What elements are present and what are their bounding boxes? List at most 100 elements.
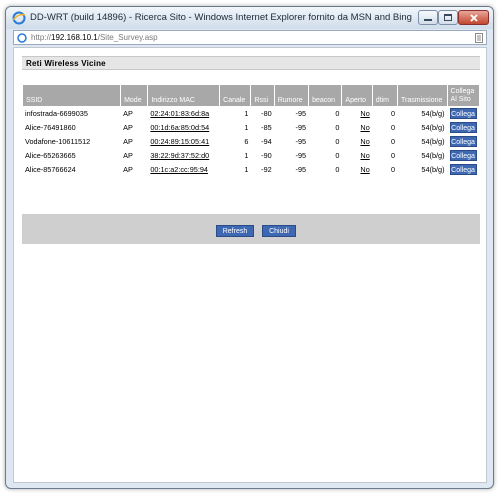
mac-link[interactable]: 00:24:89:15:05:41: [148, 135, 219, 148]
ie-logo-icon: [12, 11, 26, 25]
table-row: Alice-65263665 AP 38:22:9d:37:52:d0 1 -9…: [23, 149, 479, 162]
title-bar[interactable]: DD-WRT (build 14896) - Ricerca Sito - Wi…: [6, 7, 493, 29]
mode-cell: AP: [123, 151, 133, 160]
window-title: DD-WRT (build 14896) - Ricerca Sito - Wi…: [30, 12, 412, 23]
mac-link[interactable]: 02:24:01:83:6d:8a: [148, 107, 219, 120]
join-cell: Collega: [448, 121, 479, 134]
rssi-cell: -80: [261, 109, 272, 118]
url-prefix: http://: [31, 33, 52, 42]
rssi-cell: -90: [261, 151, 272, 160]
close-icon: [469, 13, 478, 22]
noise-cell: -95: [295, 165, 307, 174]
close-button[interactable]: Chiudi: [262, 225, 296, 237]
rate-cell: 54(b/g): [421, 109, 445, 118]
maximize-button[interactable]: [438, 10, 458, 25]
col-open: Aperto: [342, 85, 372, 106]
join-button[interactable]: Collega: [449, 108, 477, 119]
url-text: http://192.168.10.1/Site_Survey.asp: [31, 33, 158, 42]
channel-cell: 1: [244, 123, 249, 132]
col-noise: Rumore: [274, 85, 309, 106]
dtim-cell: 0: [390, 151, 396, 160]
col-ssid: SSID: [23, 85, 121, 106]
ssid-cell: Alice-65263665: [25, 151, 76, 160]
refresh-button[interactable]: Refresh: [216, 225, 254, 237]
join-button[interactable]: Collega: [449, 164, 477, 175]
col-mode: Mode: [121, 85, 148, 106]
channel-cell: 1: [244, 109, 249, 118]
col-join: Collega Al Sito: [447, 85, 479, 106]
beacon-cell: 0: [335, 151, 340, 160]
rate-cell: 54(b/g): [421, 123, 445, 132]
open-link[interactable]: No: [342, 149, 371, 162]
ssid-cell: Vodafone-10611512: [25, 137, 91, 146]
rssi-cell: -92: [261, 165, 272, 174]
beacon-cell: 0: [335, 109, 340, 118]
rssi-cell: -94: [261, 137, 272, 146]
join-button[interactable]: Collega: [449, 150, 477, 161]
join-cell: Collega: [448, 163, 479, 176]
join-cell: Collega: [448, 149, 479, 162]
open-link[interactable]: No: [342, 107, 371, 120]
browser-window: DD-WRT (build 14896) - Ricerca Sito - Wi…: [5, 6, 494, 489]
dtim-cell: 0: [390, 109, 396, 118]
page-favicon-icon: [17, 33, 27, 43]
channel-cell: 1: [244, 165, 249, 174]
beacon-cell: 0: [335, 123, 340, 132]
url-path: /Site_Survey.asp: [97, 33, 158, 42]
noise-cell: -95: [295, 123, 307, 132]
mode-cell: AP: [123, 109, 133, 118]
table-row: Alice-85766624 AP 00:1c:a2:cc:95:94 1 -9…: [23, 163, 479, 176]
minimize-button[interactable]: [418, 10, 438, 25]
url-host: 192.168.10.1: [51, 33, 98, 42]
col-dtim: dtim: [372, 85, 398, 106]
col-rssi: Rssi: [251, 85, 274, 106]
dtim-cell: 0: [390, 165, 396, 174]
minimize-icon: [424, 18, 432, 21]
ssid-cell: Alice-85766624: [25, 165, 76, 174]
section-heading: Reti Wireless Vicine: [22, 56, 480, 70]
col-rate: Trasmissione: [398, 85, 447, 106]
join-button[interactable]: Collega: [449, 136, 477, 147]
table-row: Vodafone-10611512 AP 00:24:89:15:05:41 6…: [23, 135, 479, 148]
open-link[interactable]: No: [342, 135, 371, 148]
noise-cell: -95: [295, 109, 307, 118]
rate-cell: 54(b/g): [421, 165, 445, 174]
survey-table: SSID Mode Indirizzo MAC Canale Rssi Rumo…: [22, 84, 480, 177]
col-beacon: beacon: [309, 85, 342, 106]
table-row: infostrada-6699035 AP 02:24:01:83:6d:8a …: [23, 107, 479, 120]
join-cell: Collega: [448, 107, 479, 120]
address-bar[interactable]: http://192.168.10.1/Site_Survey.asp: [13, 30, 487, 45]
channel-cell: 1: [244, 151, 249, 160]
ssid-cell: infostrada-6699035: [25, 109, 88, 118]
rssi-cell: -85: [261, 123, 272, 132]
mac-link[interactable]: 00:1d:6a:85:0d:54: [148, 121, 219, 134]
button-bar: Refresh Chiudi: [22, 214, 480, 244]
table-row: Alice-76491860 AP 00:1d:6a:85:0d:54 1 -8…: [23, 121, 479, 134]
close-window-button[interactable]: [458, 10, 489, 25]
col-channel: Canale: [220, 85, 251, 106]
beacon-cell: 0: [335, 165, 340, 174]
mode-cell: AP: [123, 123, 133, 132]
page-content: Reti Wireless Vicine SSID Mode Indirizzo…: [13, 47, 487, 483]
noise-cell: -95: [295, 151, 307, 160]
join-cell: Collega: [448, 135, 479, 148]
table-header-row: SSID Mode Indirizzo MAC Canale Rssi Rumo…: [23, 85, 479, 106]
join-button[interactable]: Collega: [449, 122, 477, 133]
noise-cell: -95: [295, 137, 307, 146]
beacon-cell: 0: [335, 137, 340, 146]
col-mac: Indirizzo MAC: [148, 85, 220, 106]
open-link[interactable]: No: [342, 163, 371, 176]
rate-cell: 54(b/g): [421, 151, 445, 160]
page-icon: [475, 33, 483, 43]
dtim-cell: 0: [390, 137, 396, 146]
rate-cell: 54(b/g): [421, 137, 445, 146]
channel-cell: 6: [244, 137, 249, 146]
mode-cell: AP: [123, 165, 133, 174]
mac-link[interactable]: 38:22:9d:37:52:d0: [148, 149, 219, 162]
dtim-cell: 0: [390, 123, 396, 132]
mode-cell: AP: [123, 137, 133, 146]
open-link[interactable]: No: [342, 121, 371, 134]
mac-link[interactable]: 00:1c:a2:cc:95:94: [148, 163, 219, 176]
ssid-cell: Alice-76491860: [25, 123, 76, 132]
maximize-icon: [444, 14, 452, 21]
